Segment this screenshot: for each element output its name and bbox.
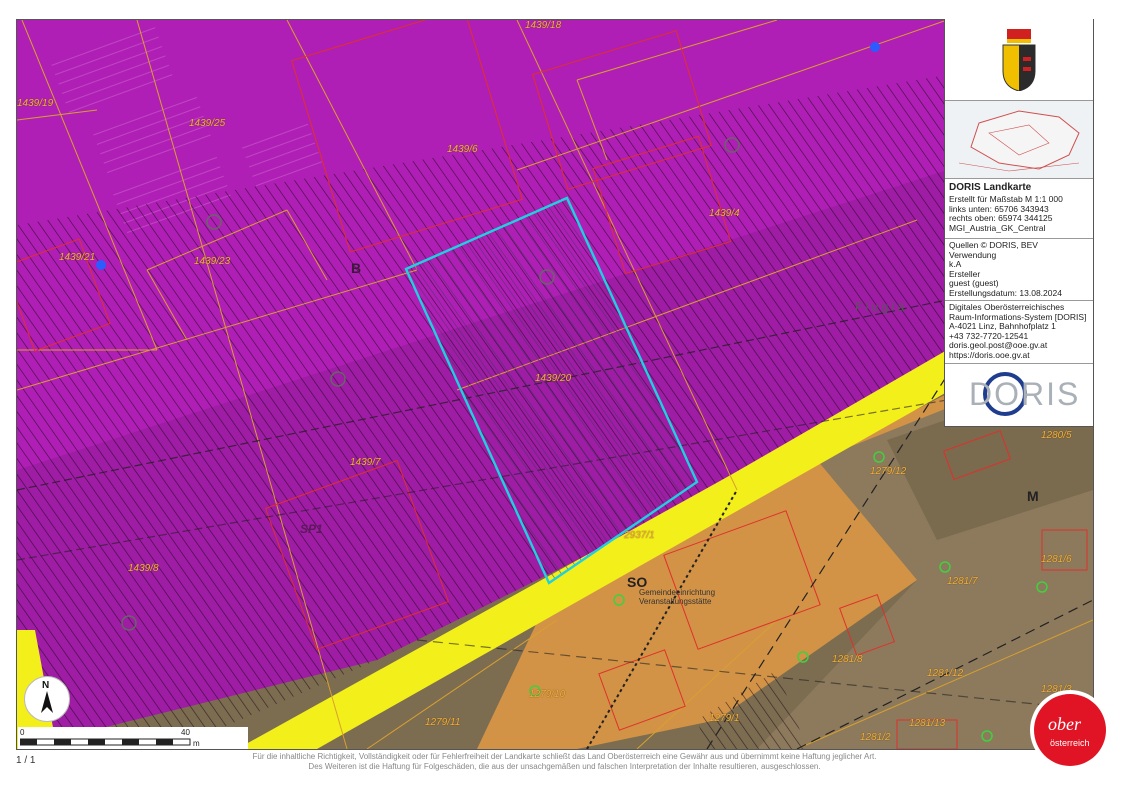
scale-mid: 40 (181, 728, 190, 737)
parcel-label: 1279/1 (709, 713, 740, 724)
parcel-label: 1281/6 (1041, 554, 1072, 565)
north-arrow: N (24, 676, 70, 722)
parcel-label: 1439/18 (525, 20, 562, 31)
parcel-label: 1281/8 (832, 654, 863, 665)
map-svg (17, 20, 1093, 749)
parcel-label: 1281/2 (860, 732, 891, 743)
scale-bar: 0 40 m (18, 727, 248, 749)
so-note: Gemeindeeinrichtung Veranstaltungsstätte (639, 588, 716, 606)
doris-logo-text: DORIS (969, 376, 1081, 412)
scale-info-line: MGI_Austria_GK_Central (949, 222, 1046, 233)
source-line: Erstellungsdatum: 13.08.2024 (949, 287, 1062, 298)
parcel-label: 1279/11 (425, 717, 461, 728)
parcel-label: 1439/23 (194, 256, 231, 267)
parcel-label: 1281/12 (927, 668, 964, 679)
parcel-label: 1439/4 (709, 208, 740, 219)
sidebar-title: DORIS Landkarte (949, 182, 1032, 193)
disclaimer: Für die inhaltliche Richtigkeit, Vollstä… (0, 752, 1129, 772)
zone-label-sp: SP1 (300, 522, 323, 536)
north-arrow-icon (41, 691, 53, 713)
overview-map (945, 101, 1093, 179)
zone-label-m: M (1027, 488, 1039, 504)
parcel-label: 1439/20 (535, 373, 572, 384)
parcel-label: 1439/7 (350, 457, 381, 468)
scale-bar-graphic (20, 738, 191, 746)
overview-map-icon (949, 103, 1089, 175)
parcel-label: 1279/12 (870, 466, 907, 477)
parcel-label: 1280/5 (1041, 430, 1072, 441)
zone-label-b: B (351, 260, 362, 276)
contact-url[interactable]: https://doris.ooe.gv.at (949, 350, 1089, 361)
coat-of-arms (945, 19, 1093, 101)
source-line: Verwendung (949, 249, 997, 260)
disclaimer-line: Für die inhaltliche Richtigkeit, Vollstä… (252, 752, 877, 761)
logo-text-oesterreich: österreich (1050, 738, 1090, 748)
parcel-label: 1281/13 (909, 718, 946, 729)
logo-text-ober: ober (1048, 714, 1081, 734)
map-canvas[interactable]: 1439/18 1439/19 1439/25 1439/6 1439/21 1… (16, 19, 1094, 750)
disclaimer-line: Des Weiteren ist die Haftung für Folgesc… (308, 762, 821, 771)
parcel-label: 2937/1 (624, 530, 655, 541)
scale-start: 0 (20, 728, 25, 737)
info-sidebar: DORIS Landkarte Erstellt für Maßstab M 1… (944, 19, 1093, 427)
road-label: F l u g l ä (855, 300, 905, 314)
parcel-label: 1439/6 (447, 144, 478, 155)
parcel-label: 1279/10 (529, 689, 566, 700)
title-section: DORIS Landkarte Erstellt für Maßstab M 1… (945, 179, 1093, 239)
parcel-label: 1281/7 (947, 576, 978, 587)
coat-of-arms-icon (1002, 28, 1036, 91)
sources-section: Quellen © DORIS, BEV Verwendung k.A Erst… (945, 239, 1093, 301)
doris-logo: DORIS (945, 364, 1093, 424)
parcel-label: 1439/19 (17, 98, 54, 109)
parcel-label: 1439/8 (128, 563, 159, 574)
contact-section: Digitales Oberösterreichisches Raum-Info… (945, 301, 1093, 364)
parcel-label: 1439/21 (59, 252, 96, 263)
parcel-label: 1439/25 (189, 118, 226, 129)
